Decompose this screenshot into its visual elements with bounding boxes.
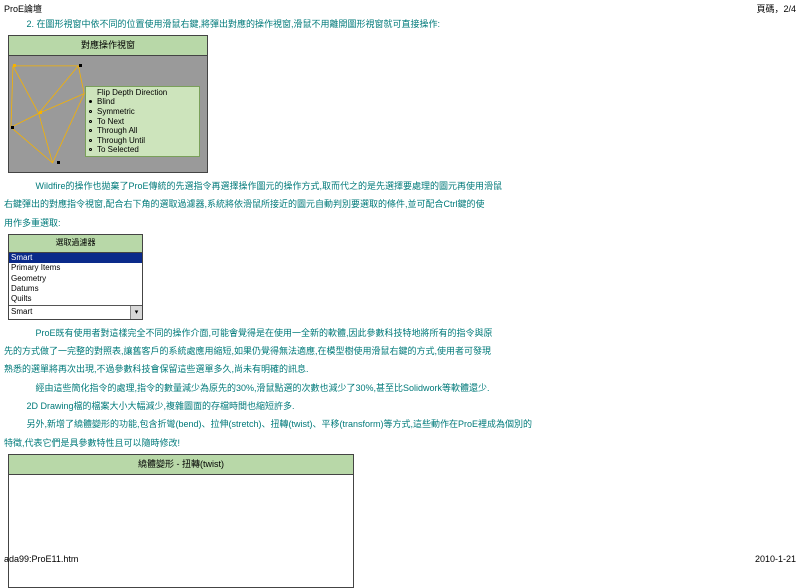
menu-item-throughuntil[interactable]: Through Until xyxy=(89,136,189,146)
paragraph: Wildfire的操作也拋棄了ProE傳統的先選指令再選擇操作圖元的操作方式,取… xyxy=(4,179,796,193)
figure2-body xyxy=(9,475,353,587)
paragraph: ProE既有使用者對這樣完全不同的操作介面,可能會覺得是在使用一全新的軟體,因此… xyxy=(4,326,796,340)
paragraph: 熟悉的選單將再次出現,不過參數科技會保留這些選單多久,尚未有明確的訊息. xyxy=(4,362,796,376)
paragraph: 特徵,代表它們是具參數特性且可以隨時修改! xyxy=(4,436,796,450)
vertex-dot xyxy=(39,111,42,114)
filter-item-primary[interactable]: Primary Items xyxy=(9,263,142,273)
paragraph: 用作多重選取: xyxy=(4,216,796,230)
figure2-title: 繞體變形 - 扭轉(twist) xyxy=(9,455,353,474)
site-title: ProE論壇 xyxy=(4,2,42,15)
filter-item-geometry[interactable]: Geometry xyxy=(9,274,142,284)
chevron-down-icon[interactable]: ▾ xyxy=(130,306,142,319)
menu-item-throughall[interactable]: Through All xyxy=(89,126,189,136)
filter-combo[interactable]: Smart ▾ xyxy=(9,305,142,319)
paragraph: 右鍵彈出的對應指令視窗,配合右下角的選取過濾器,系統將依滑鼠所接近的圖元自動判別… xyxy=(4,197,796,211)
menu-item-tonext[interactable]: To Next xyxy=(89,117,189,127)
footer-date: 2010-1-21 xyxy=(755,554,796,564)
menu-item-toselected[interactable]: To Selected xyxy=(89,145,189,155)
page-number: 頁碼，2/4 xyxy=(756,2,796,15)
figure-twist: 繞體變形 - 扭轉(twist) xyxy=(8,454,796,587)
menu-item-blind[interactable]: Blind xyxy=(89,97,189,107)
filter-item-quilts[interactable]: Quilts xyxy=(9,294,142,304)
paragraph: 先的方式做了一完整的對照表,讓舊客戶的系統處應用縮短,如果仍覺得無法適應,在模型… xyxy=(4,344,796,358)
paragraph: 2. 在圖形視窗中依不同的位置使用滑鼠右鍵,將彈出對應的操作視窗,滑鼠不用離開圖… xyxy=(4,17,796,31)
vertex-dot xyxy=(79,64,82,67)
paragraph: 經由這些簡化指令的處理,指令的數量減少為原先的30%,滑鼠點選的次數也減少了30… xyxy=(4,381,796,395)
vertex-dot xyxy=(13,64,16,67)
figure-context-menu: 對應操作視窗 Flip Depth Direction Blind Symm xyxy=(8,35,796,172)
filter-list[interactable]: Smart Primary Items Geometry Datums Quil… xyxy=(9,253,142,305)
filter-item-datums[interactable]: Datums xyxy=(9,284,142,294)
menu-item-symmetric[interactable]: Symmetric xyxy=(89,107,189,117)
vertex-dot xyxy=(57,161,60,164)
figure-title: 對應操作視窗 xyxy=(9,36,207,55)
filter-title: 選取過濾器 xyxy=(9,235,142,253)
context-menu[interactable]: Flip Depth Direction Blind Symmetric To … xyxy=(85,86,200,157)
footer-path: ada99:ProE11.htm xyxy=(4,554,78,564)
figure-selection-filter: 選取過濾器 Smart Primary Items Geometry Datum… xyxy=(8,234,796,320)
paragraph: 2D Drawing檔的檔案大小大幅減少,複雜圖面的存檔時間也縮短許多. xyxy=(4,399,796,413)
figure-canvas: Flip Depth Direction Blind Symmetric To … xyxy=(9,56,207,172)
filter-combo-value: Smart xyxy=(9,306,130,319)
menu-header: Flip Depth Direction xyxy=(89,88,189,98)
paragraph: 另外,新增了繞體變形的功能,包含折彎(bend)、拉伸(stretch)、扭轉(… xyxy=(4,417,796,431)
vertex-dot xyxy=(11,126,14,129)
filter-item-smart[interactable]: Smart xyxy=(9,253,142,263)
